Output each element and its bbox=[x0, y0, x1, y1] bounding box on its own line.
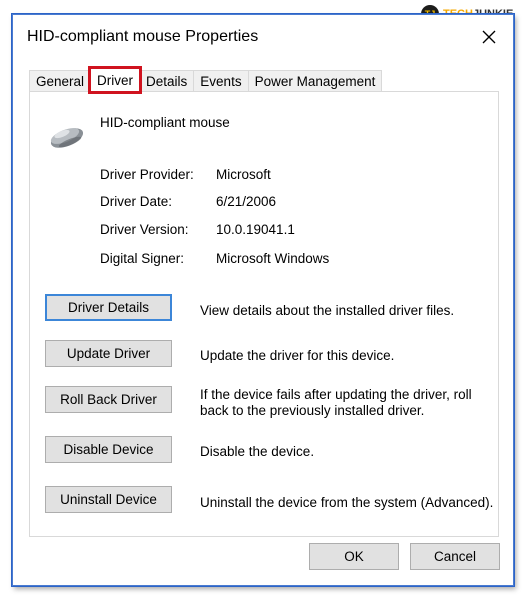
uninstall-device-button[interactable]: Uninstall Device bbox=[45, 486, 172, 513]
digital-signer-value: Microsoft Windows bbox=[216, 251, 330, 266]
disable-device-button[interactable]: Disable Device bbox=[45, 436, 172, 463]
driver-date-value: 6/21/2006 bbox=[216, 194, 277, 209]
driver-provider-value: Microsoft bbox=[216, 167, 271, 182]
driver-version-label: Driver Version: bbox=[100, 222, 189, 237]
update-driver-button[interactable]: Update Driver bbox=[45, 340, 172, 367]
tab-general[interactable]: General bbox=[29, 70, 92, 92]
tab-events[interactable]: Events bbox=[193, 70, 249, 92]
close-button[interactable] bbox=[477, 25, 501, 49]
driver-details-description: View details about the installed driver … bbox=[200, 303, 455, 318]
cancel-button[interactable]: Cancel bbox=[410, 543, 500, 570]
ok-button[interactable]: OK bbox=[309, 543, 399, 570]
roll-back-driver-description: If the device fails after updating the d… bbox=[200, 387, 472, 418]
roll-back-driver-button[interactable]: Roll Back Driver bbox=[45, 386, 172, 413]
disable-device-description: Disable the device. bbox=[200, 444, 315, 459]
title-bar: HID-compliant mouse Properties bbox=[13, 15, 513, 59]
tab-driver[interactable]: Driver bbox=[88, 66, 143, 94]
tab-power-management[interactable]: Power Management bbox=[247, 70, 383, 92]
mouse-icon bbox=[46, 116, 86, 156]
uninstall-device-description: Uninstall the device from the system (Ad… bbox=[200, 495, 494, 510]
window-title: HID-compliant mouse Properties bbox=[27, 28, 259, 45]
driver-version-value: 10.0.19041.1 bbox=[216, 222, 295, 237]
driver-provider-label: Driver Provider: bbox=[100, 167, 194, 182]
update-driver-description: Update the driver for this device. bbox=[200, 348, 395, 363]
digital-signer-label: Digital Signer: bbox=[100, 251, 185, 266]
properties-dialog: HID-compliant mouse Properties General D… bbox=[12, 14, 514, 586]
device-name: HID-compliant mouse bbox=[100, 115, 230, 130]
driver-details-button[interactable]: Driver Details bbox=[45, 294, 172, 321]
close-icon bbox=[482, 30, 496, 44]
tab-details[interactable]: Details bbox=[139, 70, 195, 92]
tab-strip: General Driver Details Events Power Mana… bbox=[29, 66, 383, 94]
driver-panel: HID-compliant mouse Driver Provider: Mic… bbox=[29, 91, 499, 537]
driver-date-label: Driver Date: bbox=[100, 194, 173, 209]
